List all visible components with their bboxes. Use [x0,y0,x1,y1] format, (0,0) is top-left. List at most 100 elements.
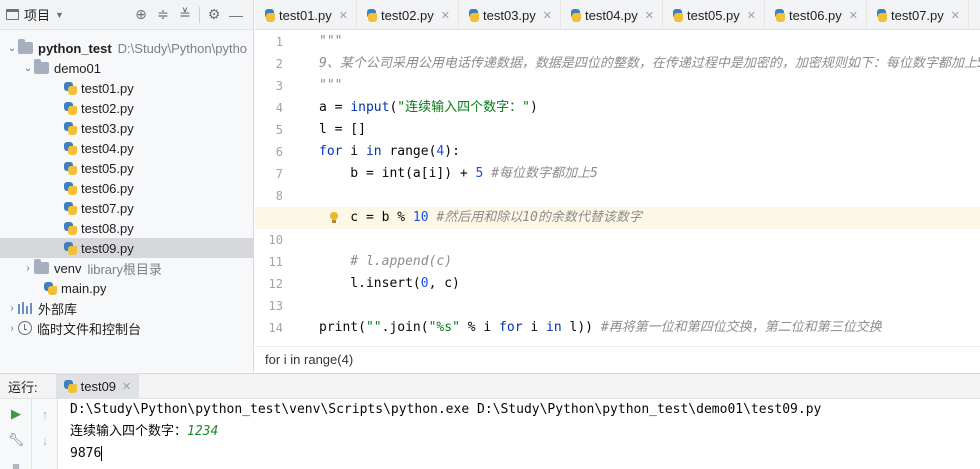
code-line: for i in range(4): [319,141,980,163]
close-icon[interactable]: ✕ [747,9,756,22]
run-toolbar-secondary: ↑ ↓ [32,399,58,469]
run-console[interactable]: D:\Study\Python\python_test\venv\Scripts… [58,399,980,469]
project-icon [6,9,19,20]
python-file-icon [775,8,786,22]
chevron-down-icon[interactable]: ⌄ [6,43,18,54]
minimize-icon[interactable]: — [225,4,247,26]
tree-folder-demo01[interactable]: ⌄ demo01 [0,58,253,78]
library-icon [18,302,33,314]
console-prompt: 连续输入四个数字： [70,424,188,439]
tree-file[interactable]: test08.py [0,218,253,238]
tab-test06[interactable]: test06.py ✕ [765,0,867,29]
tab-test01[interactable]: test01.py ✕ [255,0,357,29]
tab-test04[interactable]: test04.py ✕ [561,0,663,29]
python-file-icon [64,121,77,135]
tab-label: test03.py [483,7,536,23]
folder-icon [18,39,33,54]
console-user-input: 1234 [187,424,219,439]
code-token: i [522,320,547,335]
expand-all-icon[interactable]: ≑ [152,4,174,26]
run-tab-label: test09 [80,378,117,394]
tree-file-selected[interactable]: test09.py [0,238,253,258]
close-icon[interactable]: ✕ [645,9,654,22]
stop-icon[interactable]: ■ [0,455,32,469]
code-token: l = [] [319,122,366,137]
file-name: test05.py [81,160,134,176]
chevron-right-icon[interactable]: › [6,323,18,334]
keyword-token: in [546,320,562,335]
text-caret [101,446,103,461]
lightbulb-icon[interactable] [329,212,339,224]
line-number: 3 [275,79,283,93]
close-icon[interactable]: ✕ [122,380,131,393]
code-token: ): [444,144,460,159]
line-number: 4 [275,101,283,115]
gear-icon[interactable]: ⚙ [203,4,225,26]
code-area[interactable]: """ 9、某个公司采用公用电话传递数据，数据是四位的整数，在传递过程中是加密的… [255,31,980,346]
line-number: 7 [275,167,283,181]
tree-scratches[interactable]: › 临时文件和控制台 [0,318,253,338]
close-icon[interactable]: ✕ [543,9,552,22]
collapse-all-icon[interactable]: ≚ [174,4,196,26]
tab-test02[interactable]: test02.py ✕ [357,0,459,29]
tree-file[interactable]: test04.py [0,138,253,158]
tree-file[interactable]: test07.py [0,198,253,218]
project-title: 项目 [24,8,51,23]
breadcrumb: for i in range(4) [255,346,980,372]
tree-folder-venv[interactable]: › venv library根目录 [0,258,253,278]
code-line: """ [319,75,980,97]
run-label: 运行: [8,379,38,395]
tab-test05[interactable]: test05.py ✕ [663,0,765,29]
tree-external-libs[interactable]: › 外部库 [0,298,253,318]
tree-file[interactable]: test01.py [0,78,253,98]
project-view-selector[interactable]: 项目 ▼ [6,5,64,24]
chevron-right-icon[interactable]: › [22,263,34,274]
chevron-down-icon[interactable]: ⌄ [22,63,34,74]
wrench-icon[interactable]: 🔧︎ [0,429,32,451]
code-token: , c) [428,276,460,291]
line-number: 10 [268,233,283,247]
code-token: % i [459,320,500,335]
code-editor[interactable]: 1 2 3 4 5 6 7 8 9 10 11 12 13 14 """ 9、某… [255,31,980,346]
target-icon[interactable]: ⊕ [130,4,152,26]
tree-file[interactable]: test05.py [0,158,253,178]
python-file-icon [63,379,77,393]
tab-test07[interactable]: test07.py ✕ [867,0,969,29]
line-number: 11 [268,255,283,269]
run-icon[interactable]: ▶ [0,403,32,425]
editor-tab-bar: test01.py ✕ test02.py ✕ test03.py ✕ test04.… [255,0,980,30]
string-token: "连续输入四个数字：" [397,100,530,115]
tree-root[interactable]: ⌄ python_test D:\Study\Python\pytho [0,38,253,58]
string-token: "" [365,320,382,335]
arrow-down-icon[interactable]: ↓ [32,429,58,451]
line-number: 13 [268,299,283,313]
python-file-icon [64,241,77,255]
toolbar-divider [199,6,200,23]
tree-file[interactable]: test06.py [0,178,253,198]
breadcrumb-item[interactable]: for i in range(4) [265,352,353,367]
tree-file-main[interactable]: main.py [0,278,253,298]
docstring: 9、某个公司采用公用电话传递数据，数据是四位的整数，在传递过程中是加密的，加密规… [319,56,980,71]
tab-test03[interactable]: test03.py ✕ [459,0,561,29]
code-line: """ [319,31,980,53]
python-file-icon [64,141,77,155]
tab-label: test06.py [789,7,842,23]
arrow-up-icon[interactable]: ↑ [32,403,58,425]
code-line: print("".join("%s" % i for i in l)) #再将第… [319,317,980,339]
tree-file[interactable]: test03.py [0,118,253,138]
tab-label: test01.py [279,7,332,23]
comment-token: # l.append(c) [319,254,453,269]
close-icon[interactable]: ✕ [849,9,858,22]
close-icon[interactable]: ✕ [441,9,450,22]
file-name: test02.py [81,100,134,116]
close-icon[interactable]: ✕ [951,9,960,22]
chevron-right-icon[interactable]: › [6,303,18,314]
code-line: 9、某个公司采用公用电话传递数据，数据是四位的整数，在传递过程中是加密的，加密规… [319,53,980,75]
keyword-token: for [319,144,343,159]
tree-file[interactable]: test02.py [0,98,253,118]
project-toolbar: 项目 ▼ ⊕ ≑ ≚ ⚙ — [0,0,253,30]
close-icon[interactable]: ✕ [339,9,348,22]
run-tab-test09[interactable]: test09 ✕ [55,373,140,399]
run-panel-header: 运行: test09 ✕ [0,373,980,399]
